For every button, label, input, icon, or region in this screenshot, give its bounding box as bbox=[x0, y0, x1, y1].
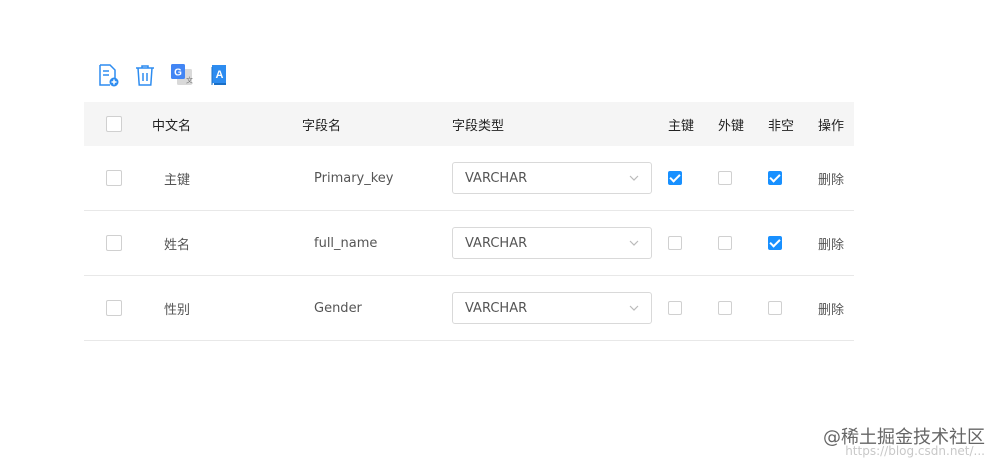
field-type-value: VARCHAR bbox=[465, 235, 528, 251]
field-name-cell: Gender bbox=[314, 300, 362, 316]
field-type-cell: VARCHAR bbox=[452, 276, 652, 340]
row-select-checkbox[interactable] bbox=[106, 170, 122, 186]
field-type-value: VARCHAR bbox=[465, 300, 528, 316]
chinese-name-cell: 性别 bbox=[164, 302, 191, 318]
header-field-type: 字段类型 bbox=[452, 118, 505, 134]
table-row: 主键 Primary_key VARCHAR 删除 bbox=[84, 146, 854, 211]
row-select-checkbox[interactable] bbox=[106, 235, 122, 251]
field-type-value: VARCHAR bbox=[465, 170, 528, 186]
field-type-select[interactable]: VARCHAR bbox=[452, 292, 652, 324]
chevron-down-icon bbox=[629, 305, 639, 311]
foreign-key-checkbox[interactable] bbox=[718, 236, 732, 250]
fields-table: 中文名 字段名 字段类型 主键 外键 非空 操作 主键 Primary_key … bbox=[84, 102, 854, 341]
field-name-cell: full_name bbox=[314, 235, 378, 251]
chinese-name-cell: 主键 bbox=[164, 172, 191, 188]
svg-text:A: A bbox=[216, 69, 224, 81]
chinese-name-cell: 姓名 bbox=[164, 237, 191, 253]
primary-key-cell bbox=[668, 146, 682, 210]
field-type-cell: VARCHAR bbox=[452, 146, 652, 210]
delete-link[interactable]: 删除 bbox=[818, 276, 844, 340]
trash-icon[interactable] bbox=[133, 63, 157, 87]
header-chinese-name: 中文名 bbox=[152, 118, 192, 134]
not-null-cell bbox=[768, 276, 782, 340]
field-type-cell: VARCHAR bbox=[452, 211, 652, 275]
add-file-icon[interactable] bbox=[96, 63, 120, 87]
foreign-key-cell bbox=[718, 146, 732, 210]
not-null-checkbox[interactable] bbox=[768, 301, 782, 315]
select-all-cell bbox=[106, 102, 122, 146]
watermark-url: https://blog.csdn.net/... bbox=[845, 444, 985, 458]
not-null-checkbox[interactable] bbox=[768, 171, 782, 185]
translate-icon[interactable]: G 文 bbox=[170, 63, 194, 87]
field-name-cell: Primary_key bbox=[314, 170, 394, 186]
header-action: 操作 bbox=[818, 118, 845, 134]
chevron-down-icon bbox=[629, 175, 639, 181]
foreign-key-checkbox[interactable] bbox=[718, 301, 732, 315]
row-select-cell bbox=[106, 146, 122, 210]
not-null-cell bbox=[768, 146, 782, 210]
header-not-null: 非空 bbox=[768, 118, 795, 134]
delete-link[interactable]: 删除 bbox=[818, 146, 844, 210]
table-row: 姓名 full_name VARCHAR 删除 bbox=[84, 211, 854, 276]
field-type-select[interactable]: VARCHAR bbox=[452, 227, 652, 259]
not-null-checkbox[interactable] bbox=[768, 236, 782, 250]
header-primary-key: 主键 bbox=[668, 118, 695, 134]
book-icon[interactable]: A bbox=[207, 63, 231, 87]
primary-key-cell bbox=[668, 276, 682, 340]
primary-key-checkbox[interactable] bbox=[668, 236, 682, 250]
row-select-cell bbox=[106, 211, 122, 275]
primary-key-checkbox[interactable] bbox=[668, 301, 682, 315]
toolbar: G 文 A bbox=[96, 63, 231, 87]
row-select-checkbox[interactable] bbox=[106, 300, 122, 316]
svg-text:文: 文 bbox=[186, 76, 193, 85]
primary-key-checkbox[interactable] bbox=[668, 171, 682, 185]
foreign-key-cell bbox=[718, 211, 732, 275]
header-field-name: 字段名 bbox=[302, 118, 342, 134]
watermark: @稀土掘金技术社区 https://blog.csdn.net/... bbox=[823, 423, 985, 459]
svg-text:G: G bbox=[174, 68, 182, 79]
chevron-down-icon bbox=[629, 240, 639, 246]
table-row: 性别 Gender VARCHAR 删除 bbox=[84, 276, 854, 341]
header-foreign-key: 外键 bbox=[718, 118, 745, 134]
foreign-key-checkbox[interactable] bbox=[718, 171, 732, 185]
delete-link[interactable]: 删除 bbox=[818, 211, 844, 275]
not-null-cell bbox=[768, 211, 782, 275]
table-header: 中文名 字段名 字段类型 主键 外键 非空 操作 bbox=[84, 102, 854, 146]
foreign-key-cell bbox=[718, 276, 732, 340]
select-all-checkbox[interactable] bbox=[106, 116, 122, 132]
row-select-cell bbox=[106, 276, 122, 340]
field-type-select[interactable]: VARCHAR bbox=[452, 162, 652, 194]
primary-key-cell bbox=[668, 211, 682, 275]
